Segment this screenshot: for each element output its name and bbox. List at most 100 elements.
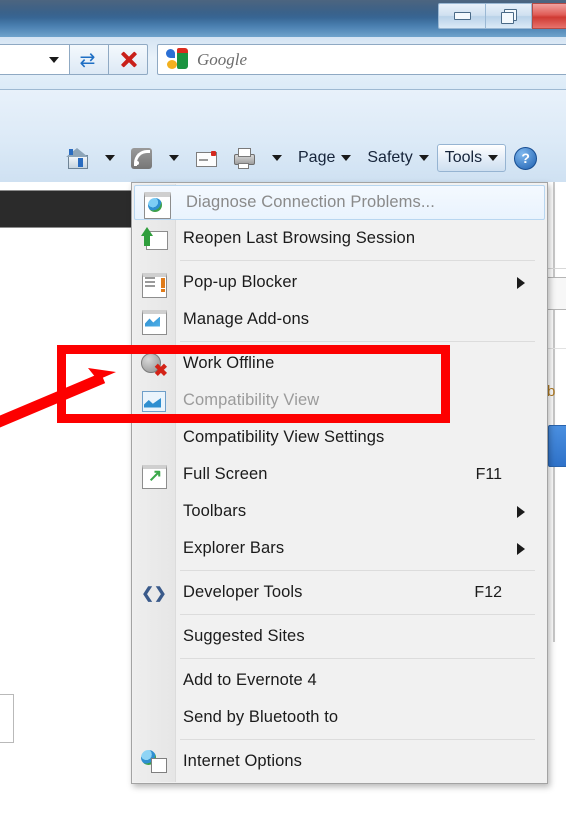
menu-item-icon-cell (132, 264, 176, 301)
menu-item-developer-tools[interactable]: ❮❯ Developer Tools F12 (132, 574, 547, 611)
menu-separator (180, 658, 535, 659)
chevron-down-icon (105, 155, 115, 161)
safety-menu-button[interactable]: Safety (359, 144, 436, 172)
menu-item-internet-options[interactable]: Internet Options (132, 743, 547, 780)
diagnose-icon (144, 191, 171, 219)
chevron-down-icon (418, 155, 429, 161)
menu-item-work-offline[interactable]: Work Offline (132, 345, 547, 382)
refresh-icon: ⇄ (79, 49, 96, 71)
feeds-dropdown-button[interactable] (160, 144, 187, 172)
navigation-strip: ⇄ Google (0, 37, 566, 90)
page-divider-top (548, 268, 566, 269)
menu-item-send-by-bluetooth-to[interactable]: Send by Bluetooth to (132, 699, 547, 736)
stop-button[interactable] (109, 44, 148, 75)
mail-icon (195, 147, 217, 169)
menu-item-full-screen[interactable]: Full Screen F11 (132, 456, 547, 493)
search-input[interactable]: Google (157, 44, 566, 75)
menu-item-pop-up-blocker[interactable]: Pop-up Blocker (132, 264, 547, 301)
refresh-button[interactable]: ⇄ (70, 44, 109, 75)
menu-item-label: Explorer Bars (183, 539, 285, 557)
tools-dropdown-menu: Diagnose Connection Problems... Reopen La… (131, 182, 548, 784)
menu-item-icon-cell (132, 743, 176, 780)
page-small-box (0, 694, 14, 743)
page-primary-button[interactable] (548, 425, 566, 467)
window-title-bar (0, 0, 566, 37)
popup-blocker-icon (141, 271, 167, 298)
menu-item-diagnose-connection-problems: Diagnose Connection Problems... (134, 185, 545, 220)
close-x-icon (120, 51, 137, 68)
menu-item-icon-cell (132, 456, 176, 493)
tools-menu-button[interactable]: Tools (436, 144, 507, 172)
menu-item-shortcut: F11 (475, 465, 502, 483)
menu-item-manage-add-ons[interactable]: Manage Add-ons (132, 301, 547, 338)
rss-feeds-icon (131, 147, 152, 169)
help-icon: ? (514, 146, 538, 170)
menu-item-label: Manage Add-ons (183, 310, 310, 328)
submenu-arrow-icon (517, 276, 525, 289)
window-controls (438, 2, 566, 32)
menu-item-label: Reopen Last Browsing Session (183, 229, 416, 247)
page-text-fragment: b (547, 383, 556, 400)
feeds-button[interactable] (123, 144, 160, 172)
menu-item-suggested-sites[interactable]: Suggested Sites (132, 618, 547, 655)
reopen-session-icon (141, 226, 168, 251)
page-menu-label: Page (298, 149, 336, 166)
minimize-button[interactable] (438, 3, 485, 29)
menu-separator (180, 341, 535, 342)
help-button[interactable]: ? (506, 144, 545, 172)
page-vertical-rule (553, 182, 555, 642)
menu-item-toolbars[interactable]: Toolbars (132, 493, 547, 530)
full-screen-icon (141, 463, 167, 489)
menu-item-label: Add to Evernote 4 (183, 671, 317, 689)
address-bar[interactable] (0, 44, 70, 75)
home-button[interactable] (58, 144, 96, 172)
restore-button[interactable] (485, 3, 532, 29)
chevron-down-icon (272, 155, 282, 161)
menu-item-list: Diagnose Connection Problems... Reopen La… (132, 185, 547, 780)
command-bar: Page Safety Tools ? (0, 90, 566, 182)
menu-item-label: Diagnose Connection Problems... (186, 193, 435, 211)
submenu-arrow-icon (517, 542, 525, 555)
menu-item-label: Send by Bluetooth to (183, 708, 339, 726)
mail-button[interactable] (187, 144, 225, 172)
menu-item-explorer-bars[interactable]: Explorer Bars (132, 530, 547, 567)
menu-item-icon-cell (132, 220, 176, 257)
search-placeholder: Google (197, 49, 248, 69)
menu-separator (180, 570, 535, 571)
menu-separator (180, 739, 535, 740)
page-menu-button[interactable]: Page (290, 144, 359, 172)
page-form-field[interactable] (545, 277, 566, 310)
annotation-arrow (0, 368, 116, 428)
manage-addons-icon (141, 308, 167, 335)
close-button[interactable] (532, 3, 566, 29)
menu-item-label: Compatibility View Settings (183, 428, 385, 446)
menu-item-label: Internet Options (183, 752, 303, 770)
minimize-icon (453, 12, 471, 20)
chevron-down-icon (488, 155, 499, 161)
menu-item-icon-cell (132, 493, 176, 530)
menu-item-label: Developer Tools (183, 583, 303, 601)
submenu-arrow-icon (517, 505, 525, 518)
menu-item-shortcut: F12 (474, 583, 502, 601)
menu-item-icon-cell (132, 662, 176, 699)
menu-item-label: Full Screen (183, 465, 268, 483)
menu-item-icon-cell (132, 301, 176, 338)
restore-icon (501, 9, 517, 24)
menu-separator (180, 260, 535, 261)
menu-item-add-to-evernote-4[interactable]: Add to Evernote 4 (132, 662, 547, 699)
home-icon (66, 147, 88, 169)
menu-item-reopen-last-browsing-session[interactable]: Reopen Last Browsing Session (132, 220, 547, 257)
home-dropdown-button[interactable] (96, 144, 123, 172)
print-dropdown-button[interactable] (263, 144, 290, 172)
chevron-down-icon (169, 155, 179, 161)
chevron-down-icon (341, 155, 352, 161)
page-divider-middle (548, 348, 566, 349)
menu-item-label: Compatibility View (183, 391, 320, 409)
menu-item-icon-cell (132, 530, 176, 567)
menu-item-compatibility-view-settings[interactable]: Compatibility View Settings (132, 419, 547, 456)
menu-item-compatibility-view: Compatibility View (132, 382, 547, 419)
print-icon (233, 147, 255, 169)
print-button[interactable] (225, 144, 263, 172)
compatibility-view-icon (141, 389, 167, 413)
chevron-down-icon[interactable] (49, 56, 59, 63)
